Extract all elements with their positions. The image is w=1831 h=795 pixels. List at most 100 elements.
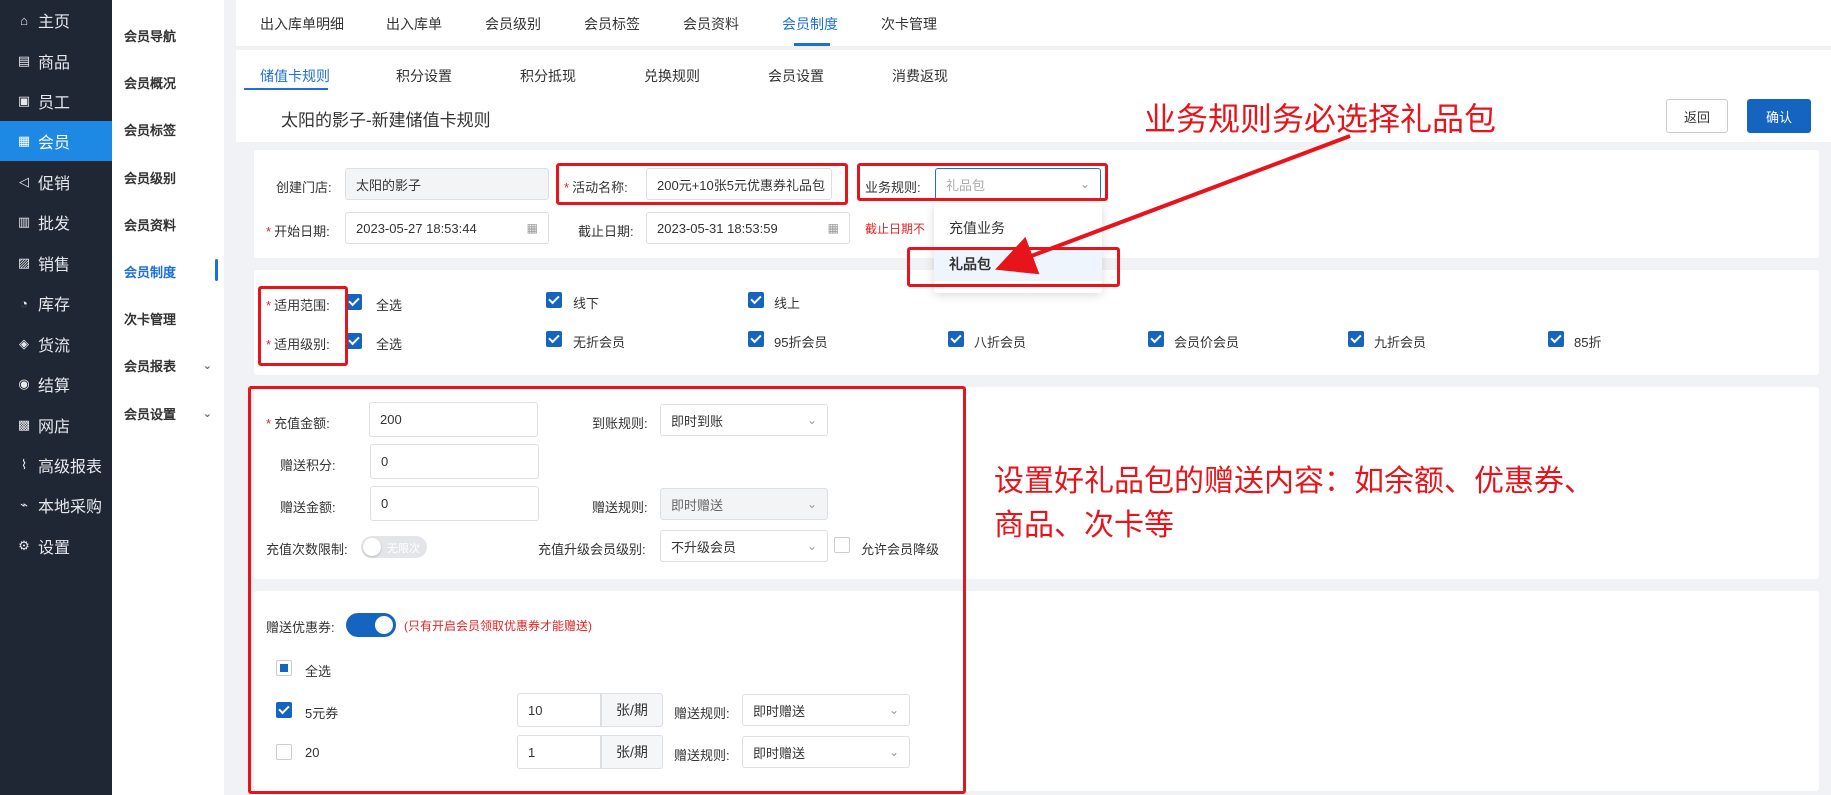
subtab-underline	[244, 88, 328, 90]
level-80-checkbox[interactable]	[948, 331, 964, 347]
page-header: 太阳的影子-新建储值卡规则 返回 确认	[236, 92, 1831, 142]
sidebar-item-purchase[interactable]: ⌁ 本地采购	[0, 485, 112, 525]
subtab-points-cash[interactable]: 积分抵现	[520, 66, 576, 86]
start-date-input[interactable]: 2023-05-27 18:53:44 ▦	[345, 212, 549, 244]
subnav-item-report[interactable]: 会员报表 ⌄	[124, 350, 224, 380]
level-memberprice-checkbox[interactable]	[1148, 331, 1164, 347]
subnav-label: 次卡管理	[124, 311, 177, 327]
subtab-stored-card[interactable]: 储值卡规则	[260, 66, 330, 86]
level-all-checkbox[interactable]	[346, 333, 362, 349]
tab-member-policy[interactable]: 会员制度	[782, 14, 838, 34]
subnav-label: 会员设置	[124, 406, 177, 422]
confirm-button[interactable]: 确认	[1747, 99, 1811, 133]
subtab-exchange[interactable]: 兑换规则	[644, 66, 700, 86]
range-online-checkbox[interactable]	[748, 292, 764, 308]
sub-tab-bar: 储值卡规则 积分设置 积分抵现 兑换规则 会员设置 消费返现	[236, 50, 1831, 92]
purchase-icon: ⌁	[20, 497, 28, 512]
level-90-checkbox[interactable]	[1348, 331, 1364, 347]
subtab-points[interactable]: 积分设置	[396, 66, 452, 86]
sidebar-item-wholesale[interactable]: ▥ 批发	[0, 202, 112, 242]
sidebar-item-label: 销售	[38, 257, 71, 274]
main-sidebar: ⌂ 主页 ▤ 商品 ▣ 员工 ▦ 会员 ◁ 促销 ▥ 批发 ▨ 销售 ◔ 库存 ◈ 货流 ◉ 结算 …	[0, 0, 112, 795]
annotation-box-recharge	[248, 386, 966, 794]
sidebar-item-member[interactable]: ▦ 会员	[0, 121, 112, 161]
end-date-input[interactable]: 2023-05-31 18:53:59 ▦	[646, 212, 850, 244]
dropdown-option-recharge[interactable]: 充值业务	[934, 211, 1102, 245]
tab-stock-order[interactable]: 出入库单	[386, 14, 442, 34]
subnav-item-timecard[interactable]: 次卡管理	[124, 303, 224, 333]
sidebar-item-label: 库存	[38, 297, 71, 314]
level-nodiscount-checkbox[interactable]	[546, 331, 562, 347]
sidebar-item-label: 批发	[38, 216, 71, 233]
staff-icon: ▣	[17, 93, 31, 108]
annotation-line: 商品、次卡等	[994, 509, 1174, 542]
level-85-label: 85折	[1574, 335, 1602, 350]
member-icon: ▦	[17, 133, 31, 148]
end-date-label: 截止日期:	[578, 224, 634, 239]
shop-icon: ▩	[17, 417, 31, 432]
annotation-line: 设置好礼品包的赠送内容：如余额、优惠券、	[994, 465, 1594, 498]
level-85-checkbox[interactable]	[1548, 331, 1564, 347]
subtab-member-settings[interactable]: 会员设置	[768, 66, 824, 86]
range-all-checkbox[interactable]	[346, 294, 362, 310]
sidebar-item-stock[interactable]: ◔ 库存	[0, 283, 112, 323]
sidebar-item-report[interactable]: ⌇ 高级报表	[0, 445, 112, 485]
start-date-label: * 开始日期:	[266, 224, 330, 239]
level-all-label: 全选	[376, 337, 403, 352]
subnav-item-settings[interactable]: 会员设置 ⌄	[124, 398, 224, 428]
sidebar-item-shop[interactable]: ▩ 网店	[0, 405, 112, 445]
sidebar-item-flow[interactable]: ◈ 货流	[0, 324, 112, 364]
calendar-icon: ▦	[526, 221, 538, 235]
sidebar-item-staff[interactable]: ▣ 员工	[0, 81, 112, 121]
sales-icon: ▨	[17, 255, 31, 270]
tab-stock-detail[interactable]: 出入库单明细	[260, 14, 344, 34]
subnav-label: 会员导航	[124, 28, 177, 44]
subnav-item-policy[interactable]: 会员制度	[124, 256, 224, 286]
level-90-label: 九折会员	[1374, 335, 1427, 350]
tab-member-level[interactable]: 会员级别	[485, 14, 541, 34]
top-tab-bar: 出入库单明细 出入库单 会员级别 会员标签 会员资料 会员制度 次卡管理	[236, 0, 1831, 47]
member-subnav: 会员导航 会员概况 会员标签 会员级别 会员资料 会员制度 次卡管理 会员报表 ⌄…	[112, 0, 224, 795]
annotation-middle-text: 设置好礼品包的赠送内容：如余额、优惠券、 商品、次卡等	[994, 460, 1594, 548]
chevron-down-icon: ⌄	[202, 359, 212, 372]
sidebar-item-sales[interactable]: ▨ 销售	[0, 243, 112, 283]
range-online-label: 线上	[774, 296, 801, 311]
gear-icon: ⚙	[18, 538, 30, 553]
annotation-box-gift	[907, 247, 1120, 287]
tab-member-profile[interactable]: 会员资料	[683, 14, 739, 34]
sidebar-item-home[interactable]: ⌂ 主页	[0, 0, 112, 40]
tab-member-tag[interactable]: 会员标签	[584, 14, 640, 34]
subnav-item-levels[interactable]: 会员级别	[124, 162, 224, 192]
sidebar-item-label: 主页	[38, 14, 71, 31]
subnav-item-profile[interactable]: 会员资料	[124, 209, 224, 239]
report-icon: ⌇	[20, 457, 28, 472]
store-label: 创建门店:	[276, 180, 332, 195]
annotation-top-text: 业务规则务必选择礼品包	[1144, 101, 1497, 137]
calendar-icon: ▦	[827, 221, 839, 235]
subnav-item-guide[interactable]: 会员导航	[124, 20, 224, 50]
wholesale-icon: ▥	[17, 214, 31, 229]
tab-timecard[interactable]: 次卡管理	[881, 14, 937, 34]
sidebar-item-label: 促销	[38, 176, 71, 193]
sidebar-item-label: 本地采购	[38, 499, 103, 516]
range-offline-checkbox[interactable]	[546, 292, 562, 308]
level-95-checkbox[interactable]	[748, 331, 764, 347]
page-title: 太阳的影子-新建储值卡规则	[281, 111, 491, 130]
grid-icon: ▤	[17, 53, 31, 68]
range-all-label: 全选	[376, 298, 403, 313]
subnav-label: 会员资料	[124, 217, 177, 233]
stock-icon: ◔	[20, 295, 28, 311]
store-input[interactable]: 太阳的影子	[345, 168, 549, 200]
sidebar-item-products[interactable]: ▤ 商品	[0, 41, 112, 81]
sidebar-item-label: 结算	[38, 378, 71, 395]
subnav-label: 会员级别	[124, 170, 177, 186]
back-button[interactable]: 返回	[1666, 99, 1728, 133]
subnav-label: 会员报表	[124, 358, 177, 374]
chevron-down-icon: ⌄	[202, 407, 212, 420]
sidebar-item-settings[interactable]: ⚙ 设置	[0, 526, 112, 566]
subnav-item-tags[interactable]: 会员标签	[124, 114, 224, 144]
subtab-cashback[interactable]: 消费返现	[892, 66, 948, 86]
subnav-item-overview[interactable]: 会员概况	[124, 67, 224, 97]
sidebar-item-promo[interactable]: ◁ 促销	[0, 162, 112, 202]
sidebar-item-settle[interactable]: ◉ 结算	[0, 364, 112, 404]
